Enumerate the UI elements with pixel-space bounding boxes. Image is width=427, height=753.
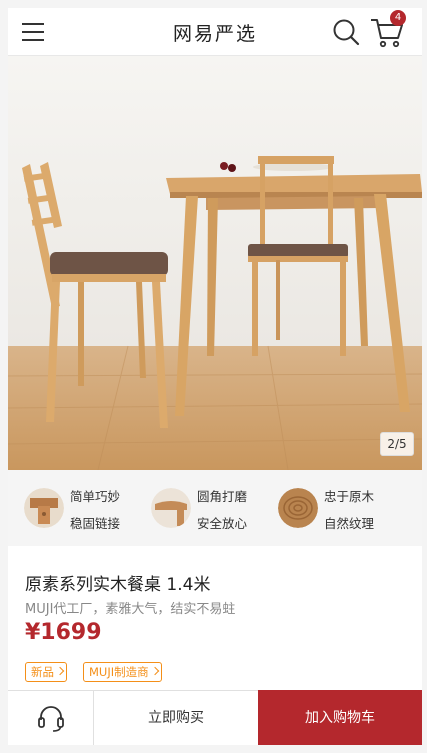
feature-item: 忠于原木 自然纹理	[278, 484, 408, 532]
product-image[interactable]	[8, 56, 422, 470]
wood-grain-icon	[278, 488, 318, 528]
product-subtitle: MUJI代工厂，素雅大气，结实不易蛀	[25, 602, 236, 617]
tag-label: 新品	[31, 665, 54, 679]
feature-desc: 自然纹理	[324, 516, 375, 531]
search-icon[interactable]	[331, 17, 361, 47]
tag-label: MUJI制造商	[89, 665, 149, 679]
tag-new[interactable]: 新品	[25, 662, 67, 682]
feature-title: 忠于原木	[324, 489, 375, 504]
product-page: 网易严选 4 2/5 简单巧妙 稳固链接 圆角打磨 安全放心 忠于原木 自然纹理…	[8, 8, 422, 745]
gallery-pager: 2/5	[380, 432, 414, 456]
headset-icon	[38, 706, 64, 732]
feature-item: 圆角打磨 安全放心	[151, 484, 271, 532]
bottom-action-bar: 立即购买 加入购物车	[8, 690, 422, 745]
feature-title: 简单巧妙	[70, 489, 121, 504]
joint-detail-icon	[24, 488, 64, 528]
tag-muji-maker[interactable]: MUJI制造商	[83, 662, 162, 682]
top-bar: 网易严选 4	[8, 8, 422, 56]
product-info: 原素系列实木餐桌 1.4米 MUJI代工厂，素雅大气，结实不易蛀 ¥1699 新…	[8, 546, 422, 690]
feature-desc: 稳固链接	[70, 516, 121, 531]
product-price: ¥1699	[25, 620, 102, 645]
feature-strip: 简单巧妙 稳固链接 圆角打磨 安全放心 忠于原木 自然纹理	[8, 470, 422, 546]
buy-now-button[interactable]: 立即购买	[94, 691, 258, 745]
customer-service-button[interactable]	[8, 691, 94, 745]
cart-count-badge: 4	[390, 10, 406, 26]
feature-desc: 安全放心	[197, 516, 248, 531]
chevron-right-icon	[150, 666, 159, 676]
feature-title: 圆角打磨	[197, 489, 248, 504]
product-title: 原素系列实木餐桌 1.4米	[25, 575, 211, 595]
add-to-cart-button[interactable]: 加入购物车	[258, 690, 422, 745]
rounded-edge-icon	[151, 488, 191, 528]
dining-set-illustration	[8, 56, 422, 470]
chevron-right-icon	[55, 666, 65, 676]
feature-item: 简单巧妙 稳固链接	[24, 484, 144, 532]
